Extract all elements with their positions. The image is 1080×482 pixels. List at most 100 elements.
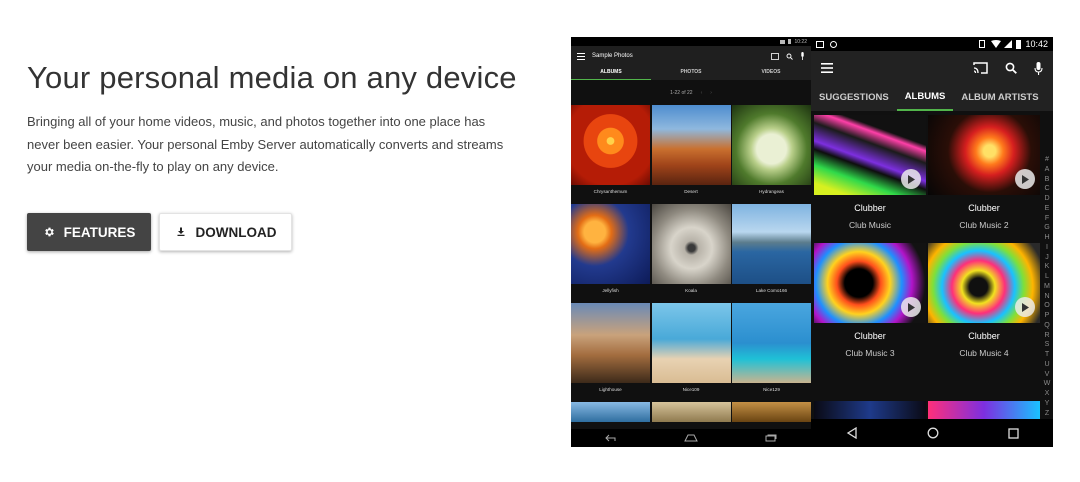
play-button[interactable] — [1015, 297, 1035, 317]
cast-icon[interactable] — [771, 52, 779, 60]
alphabet-letter[interactable]: Q — [1044, 321, 1050, 331]
alphabet-letter[interactable]: A — [1045, 165, 1050, 175]
home-icon[interactable] — [684, 434, 698, 442]
album-cover — [814, 243, 926, 323]
status-time: 10:42 — [1025, 39, 1048, 49]
alphabet-letter[interactable]: K — [1045, 262, 1050, 272]
notification-icon — [816, 40, 824, 48]
album-subtitle: Club Music 4 — [959, 348, 1009, 358]
photo-item[interactable]: Nice129 — [732, 303, 811, 402]
signal-icon — [1004, 40, 1013, 48]
photo-thumbnail — [571, 204, 650, 284]
photo-thumbnail — [651, 204, 731, 284]
back-icon[interactable] — [604, 434, 617, 442]
microphone-icon[interactable] — [1034, 61, 1043, 75]
tab-artists[interactable]: AR — [1047, 86, 1053, 110]
alphabet-letter[interactable]: H — [1044, 233, 1049, 243]
album-cover — [928, 401, 1040, 419]
previous-icon[interactable]: ‹ — [701, 90, 703, 96]
tab-album-artists[interactable]: ALBUM ARTISTS — [953, 86, 1046, 110]
paging-text: 1-22 of 22 — [670, 89, 693, 96]
tab-suggestions[interactable]: SUGGESTIONS — [811, 86, 897, 110]
download-icon — [177, 227, 184, 236]
recents-icon[interactable] — [765, 434, 777, 442]
alphabet-letter[interactable]: J — [1045, 253, 1049, 263]
alphabet-letter[interactable]: G — [1044, 223, 1050, 233]
cast-icon[interactable] — [973, 62, 988, 74]
tab-videos[interactable]: VIDEOS — [731, 66, 811, 80]
play-button[interactable] — [1015, 169, 1035, 189]
photo-item[interactable]: Lighthouse — [571, 303, 650, 402]
album-cover — [814, 401, 926, 419]
photo-thumbnail — [732, 402, 811, 422]
photo-grid: Chrysanthemum Desert Hydrangeas Jellyfis… — [571, 105, 811, 402]
alphabet-letter[interactable]: F — [1045, 214, 1049, 224]
photo-item[interactable]: Chrysanthemum — [571, 105, 650, 204]
microphone-icon[interactable] — [800, 52, 805, 60]
menu-icon[interactable] — [821, 63, 833, 73]
toolbar — [811, 51, 1053, 85]
photo-item[interactable]: Hydrangeas — [732, 105, 811, 204]
next-icon[interactable]: › — [710, 90, 712, 96]
album-card[interactable]: Clubber Club Music 4 — [928, 243, 1040, 358]
alphabet-letter[interactable]: P — [1045, 311, 1050, 321]
album-cover — [928, 243, 1040, 323]
features-label: FEATURES — [63, 224, 136, 240]
album-subtitle: Club Music — [848, 220, 892, 230]
search-icon[interactable] — [1005, 62, 1017, 74]
alphabet-letter[interactable]: T — [1045, 350, 1049, 360]
photo-thumbnail — [651, 105, 731, 185]
play-button[interactable] — [901, 169, 921, 189]
alphabet-letter[interactable]: S — [1045, 340, 1050, 350]
photo-item[interactable]: Koala — [651, 204, 731, 303]
navigation-bar — [571, 429, 811, 447]
back-icon[interactable] — [846, 427, 858, 439]
photo-label: Jellyfish — [602, 288, 619, 293]
alphabet-letter[interactable]: # — [1045, 155, 1049, 165]
alphabet-letter[interactable]: M — [1044, 282, 1050, 292]
recents-icon[interactable] — [1007, 427, 1019, 439]
vibrate-icon — [979, 40, 986, 48]
album-card[interactable]: Clubber Club Music — [814, 115, 926, 230]
alphabet-letter[interactable]: I — [1046, 243, 1048, 253]
status-time: 10:22 — [794, 38, 807, 45]
tab-photos[interactable]: PHOTOS — [651, 66, 731, 80]
alphabet-letter[interactable]: E — [1045, 204, 1050, 214]
tab-bar: ALBUMS PHOTOS VIDEOS — [571, 66, 811, 80]
phone-screenshot: 10:42 SUGGESTIONS ALBUMS ALBUM ARTISTS A… — [811, 37, 1053, 447]
tab-albums[interactable]: ALBUMS — [571, 66, 651, 80]
download-button[interactable]: DOWNLOAD — [159, 213, 292, 251]
menu-icon[interactable] — [577, 52, 585, 60]
album-cover — [928, 115, 1040, 195]
play-button[interactable] — [901, 297, 921, 317]
photo-item[interactable]: Desert — [651, 105, 731, 204]
alphabet-letter[interactable]: Z — [1045, 409, 1049, 419]
alphabet-letter[interactable]: V — [1045, 370, 1050, 380]
alphabet-letter[interactable]: O — [1044, 301, 1050, 311]
photo-thumbnail — [651, 303, 731, 383]
photo-label: Nice129 — [763, 387, 780, 392]
album-card[interactable]: Clubber Club Music 3 — [814, 243, 926, 358]
features-button[interactable]: FEATURES — [27, 213, 151, 251]
search-icon[interactable] — [786, 53, 793, 60]
alphabet-letter[interactable]: U — [1044, 360, 1049, 370]
alphabet-letter[interactable]: D — [1044, 194, 1049, 204]
tab-albums[interactable]: ALBUMS — [896, 85, 954, 111]
album-card[interactable]: Clubber Club Music 2 — [928, 115, 1040, 230]
photo-thumbnail — [732, 105, 811, 185]
alphabet-index[interactable]: # A B C D E F G H I J K L M N O P Q R S T U V W X Y Z — [1043, 155, 1051, 418]
alphabet-letter[interactable]: R — [1044, 331, 1049, 341]
alphabet-letter[interactable]: N — [1044, 292, 1049, 302]
alphabet-letter[interactable]: W — [1044, 379, 1051, 389]
home-icon[interactable] — [927, 427, 939, 439]
photo-item[interactable]: Nice109 — [651, 303, 731, 402]
alphabet-letter[interactable]: Y — [1045, 399, 1050, 409]
alphabet-letter[interactable]: C — [1044, 184, 1049, 194]
play-icon — [1022, 174, 1029, 184]
alphabet-letter[interactable]: X — [1045, 389, 1050, 399]
play-icon — [908, 302, 915, 312]
photo-item[interactable]: Lake Como166 — [732, 204, 811, 303]
alphabet-letter[interactable]: B — [1045, 175, 1050, 185]
alphabet-letter[interactable]: L — [1045, 272, 1049, 282]
photo-item[interactable]: Jellyfish — [571, 204, 650, 303]
